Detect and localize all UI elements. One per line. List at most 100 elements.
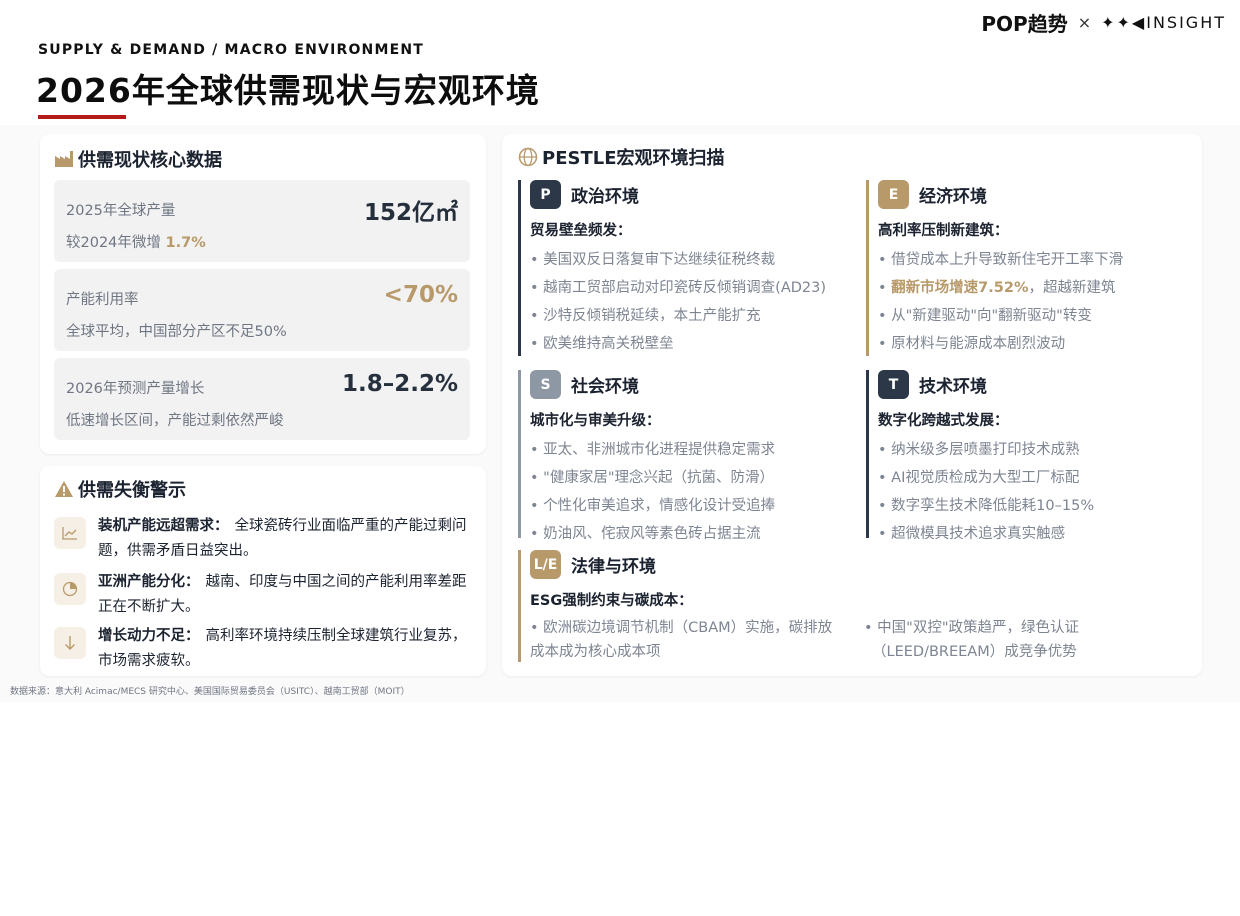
legal-item-line: • 中国"双控"政策趋严，绿色认证 [864, 620, 1079, 636]
pestle-legal-environment: L/E 法律与环境 ESG强制约束与碳成本： • 欧洲碳边境调节机制（CBAM）… [518, 550, 1188, 662]
list-item: • AI视觉质检成为大型工厂标配 [878, 470, 1080, 486]
legal-item-line: • 欧洲碳边境调节机制（CBAM）实施，碳排放 [530, 620, 833, 636]
arrow-down-icon [54, 627, 86, 659]
list-item-text: 沙特反倾销税延续，本土产能扩充 [543, 308, 761, 324]
list-item-text: 纳米级多层喷墨打印技术成熟 [891, 442, 1080, 458]
stat-label: 2025年全球产量 [66, 203, 176, 219]
legal-item-dual-control: • 中国"双控"政策趋严，绿色认证 （LEED/BREEAM）成竞争优势 [864, 616, 1184, 664]
stat-sub: 全球平均，中国部分产区不足50% [66, 324, 287, 340]
brand-logos: POP趋势 × ✦✦◀INSIGHT [981, 8, 1226, 37]
section-bar [518, 550, 521, 662]
list-item: • 奶油风、侘寂风等素色砖占据主流 [530, 526, 761, 542]
list-item-text: 超微模具技术追求真实触感 [891, 526, 1066, 542]
title-underline [38, 115, 126, 119]
section-head: S 社会环境 [530, 370, 639, 399]
section-badge: L/E [530, 550, 561, 579]
pie-chart-icon [54, 573, 86, 605]
section-subtitle: 高利率压制新建筑： [878, 223, 1009, 239]
page-title: 2026年全球供需现状与宏观环境 [36, 71, 540, 110]
list-item: • 纳米级多层喷墨打印技术成熟 [878, 442, 1080, 458]
list-item-text: 奶油风、侘寂风等素色砖占据主流 [543, 526, 761, 542]
list-item-text: 个性化审美追求，情感化设计受追捧 [543, 498, 776, 514]
list-item-text: "健康家居"理念兴起（抗菌、防滑） [543, 470, 775, 486]
list-item-text: 越南工贸部启动对印瓷砖反倾销调查(AD23) [543, 280, 827, 296]
section-label: 技术环境 [919, 377, 987, 397]
warning-text: 装机产能远超需求： 全球瓷砖行业面临严重的产能过剩问题，供需矛盾日益突出。 [98, 514, 474, 564]
legal-item-line: （LEED/BREEAM）成竞争优势 [872, 644, 1077, 660]
section-subtitle: 数字化跨越式发展： [878, 413, 1009, 429]
trend-chart-icon [54, 517, 86, 549]
section-list: • 纳米级多层喷墨打印技术成熟 • AI视觉质检成为大型工厂标配 • 数字孪生技… [878, 436, 1094, 548]
warning-icon [54, 479, 74, 499]
stat-value: 1.8–2.2% [341, 371, 458, 397]
section-subtitle: 贸易壁垒频发： [530, 223, 632, 239]
pestle-card-title: PESTLE宏观环境扫描 [518, 144, 725, 170]
warning-text: 增长动力不足： 高利率环境持续压制全球建筑行业复苏，市场需求疲软。 [98, 624, 474, 674]
section-list: • 美国双反日落复审下达继续征税终裁 • 越南工贸部启动对印瓷砖反倾销调查(AD… [530, 246, 826, 358]
supply-card-title-text: 供需现状核心数据 [78, 150, 222, 171]
warning-bold: 亚洲产能分化： [98, 574, 200, 590]
section-head: L/E 法律与环境 [530, 550, 656, 579]
list-item-text: 从"新建驱动"向"翻新驱动"转变 [891, 308, 1092, 324]
warning-card-title: 供需失衡警示 [54, 476, 186, 502]
stat-sub: 较2024年微增 1.7% [66, 231, 206, 252]
list-item: • 翻新市场增速7.52%，超越新建筑 [878, 280, 1116, 296]
stat-box-forecast: 2026年预测产量增长 1.8–2.2% 低速增长区间，产能过剩依然严峻 [54, 358, 470, 440]
list-item: • 越南工贸部启动对印瓷砖反倾销调查(AD23) [530, 280, 827, 296]
stat-box-utilization: 产能利用率 <70% 全球平均，中国部分产区不足50% [54, 269, 470, 351]
stat-label: 2026年预测产量增长 [66, 381, 205, 397]
section-bar [866, 180, 869, 356]
pop-logo: POP趋势 [981, 12, 1068, 36]
list-item-text: 数字孪生技术降低能耗10–15% [891, 498, 1095, 514]
pestle-card: PESTLE宏观环境扫描 P 政治环境 贸易壁垒频发： • 美国双反日落复审下达… [502, 134, 1202, 676]
list-item-text: 亚太、非洲城市化进程提供稳定需求 [543, 442, 776, 458]
pestle-political: P 政治环境 贸易壁垒频发： • 美国双反日落复审下达继续征税终裁 • 越南工贸… [518, 180, 848, 356]
legal-item-cbam: • 欧洲碳边境调节机制（CBAM）实施，碳排放 成本成为核心成本项 [530, 616, 860, 664]
list-item: • 原材料与能源成本剧烈波动 [878, 336, 1066, 352]
list-item-text: 欧美维持高关税壁垒 [543, 336, 674, 352]
section-badge: S [530, 370, 561, 399]
stat-sub-prefix: 较2024年微增 [66, 235, 166, 251]
section-label: 政治环境 [571, 187, 639, 207]
section-list: • 亚太、非洲城市化进程提供稳定需求 • "健康家居"理念兴起（抗菌、防滑） •… [530, 436, 775, 548]
stat-sub-highlight: 1.7% [165, 235, 206, 251]
section-bar [518, 180, 521, 356]
list-item: • 数字孪生技术降低能耗10–15% [878, 498, 1095, 514]
section-bar [518, 370, 521, 538]
list-item: • 从"新建驱动"向"翻新驱动"转变 [878, 308, 1092, 324]
section-subtitle: ESG强制约束与碳成本： [530, 593, 693, 609]
section-head: P 政治环境 [530, 180, 639, 209]
section-head: T 技术环境 [878, 370, 987, 399]
insight-logo: ✦✦◀INSIGHT [1101, 13, 1226, 32]
supply-card-title: 供需现状核心数据 [54, 146, 222, 172]
list-item: • 超微模具技术追求真实触感 [878, 526, 1066, 542]
section-head: E 经济环境 [878, 180, 987, 209]
pestle-social: S 社会环境 城市化与审美升级： • 亚太、非洲城市化进程提供稳定需求 • "健… [518, 370, 848, 542]
section-label: 经济环境 [919, 187, 987, 207]
warning-bold: 装机产能远超需求： [98, 518, 229, 534]
legal-item-line: 成本成为核心成本项 [530, 644, 661, 660]
globe-icon [518, 147, 538, 167]
stat-label: 产能利用率 [66, 292, 139, 308]
section-bar [866, 370, 869, 538]
section-badge: T [878, 370, 909, 399]
pestle-technology: T 技术环境 数字化跨越式发展： • 纳米级多层喷墨打印技术成熟 • AI视觉质… [866, 370, 1186, 542]
section-subtitle: 城市化与审美升级： [530, 413, 661, 429]
supply-data-card: 供需现状核心数据 2025年全球产量 152亿㎡ 较2024年微增 1.7% 产… [40, 134, 486, 454]
data-source-footnote: 数据来源：意大利 Acimac/MECS 研究中心、美国国际贸易委员会（USIT… [10, 687, 410, 697]
list-item: • 借贷成本上升导致新住宅开工率下滑 [878, 252, 1124, 268]
list-item: • 沙特反倾销税延续，本土产能扩充 [530, 308, 761, 324]
pestle-economic: E 经济环境 高利率压制新建筑： • 借贷成本上升导致新住宅开工率下滑 • 翻新… [866, 180, 1186, 356]
imbalance-warning-card: 供需失衡警示 装机产能远超需求： 全球瓷砖行业面临严重的产能过剩问题，供需矛盾日益… [40, 466, 486, 676]
warning-bold: 增长动力不足： [98, 628, 200, 644]
factory-icon [54, 149, 74, 169]
stat-sub: 低速增长区间，产能过剩依然严峻 [66, 413, 284, 429]
section-badge: E [878, 180, 909, 209]
list-item: • 欧美维持高关税壁垒 [530, 336, 674, 352]
brand-separator: × [1077, 13, 1092, 32]
list-item-text: 借贷成本上升导致新住宅开工率下滑 [891, 252, 1124, 268]
section-list: • 借贷成本上升导致新住宅开工率下滑 • 翻新市场增速7.52%，超越新建筑 •… [878, 246, 1123, 358]
warning-card-title-text: 供需失衡警示 [78, 480, 186, 501]
list-item-highlight: 翻新市场增速7.52% [891, 280, 1029, 296]
list-item: • "健康家居"理念兴起（抗菌、防滑） [530, 470, 775, 486]
